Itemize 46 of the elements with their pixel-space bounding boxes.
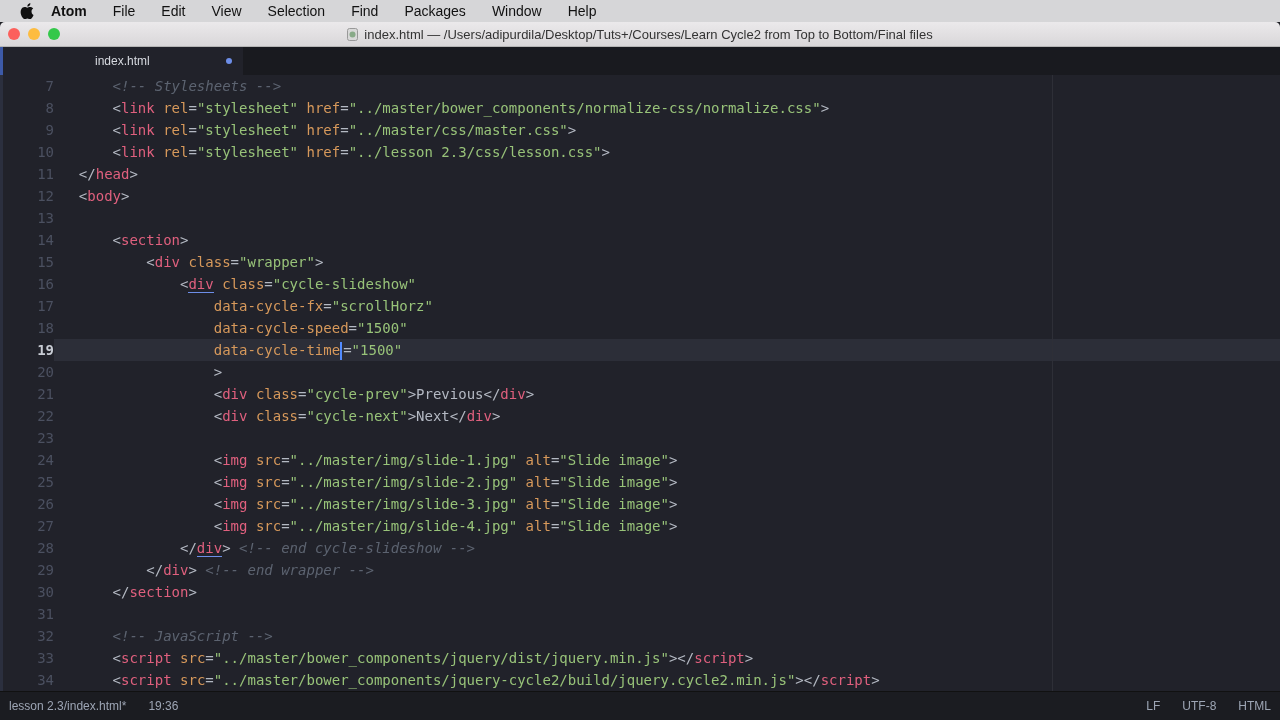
code-line: <!-- JavaScript --> [111, 627, 274, 646]
menu-item[interactable]: View [198, 3, 255, 19]
editor-tab[interactable]: index.html [0, 47, 243, 75]
code-line: <div class="cycle-slideshow" [179, 275, 418, 295]
menu-item[interactable]: Help [554, 3, 610, 19]
menu-item[interactable]: Edit [148, 3, 199, 19]
code-line: <body> [77, 187, 131, 206]
code-line: <link rel="stylesheet" href="../master/css/master.css"> [111, 121, 578, 140]
code-line: <link rel="stylesheet" href="../master/bower_components/normalize-css/normalize.css"> [111, 99, 831, 119]
menu-item[interactable]: Find [338, 3, 392, 19]
code-line: data-cycle-fx="scrollHorz" [212, 297, 434, 316]
code-line: </div> <!-- end cycle-slideshow --> [179, 539, 477, 559]
menu-item[interactable]: Selection [254, 3, 339, 19]
code-line: <div class="cycle-next">Next</div> [212, 407, 502, 426]
menu-item[interactable]: Window [478, 3, 555, 19]
app-menu[interactable]: Atom [38, 3, 100, 19]
line-ending[interactable]: LF [1146, 699, 1161, 713]
code-line: </div> <!-- end wrapper --> [145, 561, 375, 580]
code-line: > [212, 363, 224, 382]
code-line: <div class="cycle-prev">Previous</div> [212, 385, 536, 404]
code-line: <img src="../master/img/slide-2.jpg" alt="Slide image"> [212, 473, 679, 492]
close-button[interactable] [8, 28, 20, 40]
code-line: data-cycle-speed="1500" [212, 319, 409, 338]
file-path[interactable]: lesson 2.3/index.html* [9, 699, 127, 713]
menu-item[interactable]: Packages [391, 3, 479, 19]
grammar[interactable]: HTML [1238, 699, 1271, 713]
code-line: <!-- Stylesheets --> [111, 77, 283, 96]
code-line: <div class="wrapper"> [145, 253, 325, 272]
code-line: <link rel="stylesheet" href="../lesson 2.3/css/lesson.css"> [111, 143, 611, 162]
code-line: <img src="../master/img/slide-3.jpg" alt="Slide image"> [212, 495, 679, 514]
window-title: index.html — /Users/adipurdila/Desktop/Tuts+/Courses/Learn Cycle2 from Top to Bottom/Final files [364, 26, 933, 42]
code-line: <img src="../master/img/slide-4.jpg" alt="Slide image"> [212, 517, 679, 536]
code-line: </head> [77, 165, 139, 184]
minimize-button[interactable] [28, 28, 40, 40]
code-line: <script src="../master/bower_components/jquery-cycle2/build/jquery.cycle2.min.js"></script> [111, 671, 881, 691]
line-number: 19 [36, 342, 54, 358]
encoding[interactable]: UTF-8 [1182, 699, 1217, 713]
document-icon [347, 27, 359, 41]
code-line: <script src="../master/bower_components/jquery/dist/jquery.min.js"></script> [111, 649, 755, 669]
code-line: </section> [111, 583, 198, 602]
code-line: <section> [111, 231, 190, 250]
cursor-position[interactable]: 19:36 [148, 699, 179, 713]
code-line: <img src="../master/img/slide-1.jpg" alt="Slide image"> [212, 451, 679, 470]
zoom-button[interactable] [48, 28, 60, 40]
apple-logo-icon[interactable] [20, 3, 34, 19]
menu-item[interactable]: File [99, 3, 149, 19]
